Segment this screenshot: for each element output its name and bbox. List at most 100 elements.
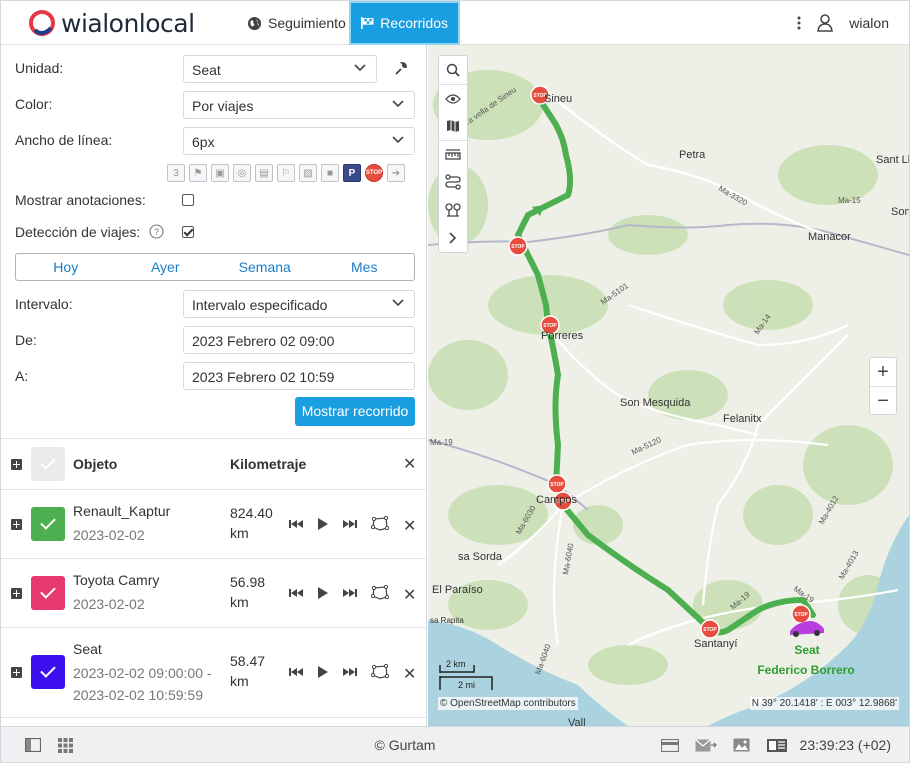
skip-back-icon[interactable] (289, 667, 303, 677)
svg-text:Sineu: Sineu (544, 93, 572, 105)
chevron-down-icon (354, 64, 366, 72)
svg-text:Son Mesquida: Son Mesquida (620, 397, 691, 409)
skip-forward-icon[interactable] (343, 667, 357, 677)
remove-track-icon[interactable]: ✕ (403, 516, 416, 536)
period-yesterday[interactable]: Ayer (116, 254, 216, 280)
map-layers-button[interactable] (439, 112, 467, 140)
from-date-input[interactable]: 2023 Febrero 02 09:00 (183, 326, 415, 354)
svg-text:El Paraíso: El Paraíso (432, 584, 483, 596)
color-select-value: Por viajes (192, 98, 254, 114)
map-attribution[interactable]: © OpenStreetMap contributors (438, 697, 578, 710)
unit-select[interactable]: Seat (183, 55, 377, 83)
user-icon[interactable] (817, 14, 834, 32)
object-date-end: 2023-02-02 10:59:59 (73, 687, 203, 703)
messages-icon[interactable] (695, 739, 717, 752)
marker-arrow-icon[interactable]: ➔ (387, 164, 405, 182)
line-width-select-value: 6px (192, 134, 215, 150)
track-color-swatch[interactable] (31, 576, 65, 610)
marker-image-icon[interactable]: ▨ (299, 164, 317, 182)
logo-text: wialonlocal (61, 8, 195, 38)
tracks-panel: Unidad: Seat Color: Por viajes Ancho de … (1, 45, 427, 726)
zoom-out-button[interactable]: − (870, 386, 896, 414)
period-month[interactable]: Mes (315, 254, 415, 280)
server-time: 23:39:23 (+02) (799, 737, 891, 753)
track-color-swatch[interactable] (31, 655, 65, 689)
zoom-controls: + − (869, 357, 897, 415)
period-week[interactable]: Semana (215, 254, 315, 280)
marker-pump-icon[interactable]: ▤ (255, 164, 273, 182)
show-track-button[interactable]: Mostrar recorrido (295, 397, 415, 426)
help-icon[interactable]: ? (149, 224, 164, 239)
map-ruler-button[interactable] (439, 140, 467, 168)
play-icon[interactable] (317, 517, 329, 531)
header-right: wialon (797, 1, 889, 45)
svg-text:Santanyí: Santanyí (694, 638, 737, 650)
remove-track-icon[interactable]: ✕ (403, 585, 416, 605)
user-name[interactable]: wialon (849, 15, 889, 31)
marker-numbers-icon[interactable]: 3 (167, 164, 185, 182)
skip-forward-icon[interactable] (343, 519, 357, 529)
svg-text:2 mi: 2 mi (458, 680, 475, 690)
skip-back-icon[interactable] (289, 519, 303, 529)
color-select[interactable]: Por viajes (183, 91, 415, 119)
map-unit-label: Seat (794, 643, 819, 657)
color-label: Color: (15, 96, 53, 112)
zoom-in-button[interactable]: + (870, 358, 896, 386)
chevron-down-icon (392, 100, 404, 108)
svg-text:Vall: Vall (568, 717, 586, 726)
annotations-checkbox[interactable] (182, 194, 194, 206)
map-geofence-button[interactable] (439, 196, 467, 224)
mileage-value: 824.40 km (230, 503, 273, 543)
fit-track-icon[interactable] (371, 516, 389, 532)
map-view[interactable]: STOP STOP STOP STOP STOP STOP STOP Sineu… (428, 45, 909, 726)
marker-wheel-icon[interactable]: ◎ (233, 164, 251, 182)
line-width-select[interactable]: 6px (183, 127, 415, 155)
marker-video-icon[interactable]: ■ (321, 164, 339, 182)
geofence-icon (445, 203, 461, 217)
interval-select[interactable]: Intervalo especificado (183, 290, 415, 318)
chevron-down-icon (392, 299, 404, 307)
map-search-button[interactable] (439, 56, 467, 84)
notifications-icon[interactable] (661, 739, 679, 752)
bookmarks-icon[interactable] (767, 739, 787, 752)
nav-tracking[interactable]: Seguimiento (247, 1, 346, 45)
trip-detection-checkbox[interactable] (182, 226, 194, 238)
track-color-swatch[interactable] (31, 507, 65, 541)
remove-track-icon[interactable]: ✕ (403, 664, 416, 684)
map-canvas[interactable]: STOP STOP STOP STOP STOP STOP STOP Sineu… (428, 45, 909, 726)
svg-text:sa Sorda: sa Sorda (458, 551, 503, 563)
marker-flags-icon[interactable]: ⚑ (189, 164, 207, 182)
marker-parking-icon[interactable]: P (343, 164, 361, 182)
to-date-input[interactable]: 2023 Febrero 02 10:59 (183, 362, 415, 390)
marker-event-flag-icon[interactable]: ⚐ (277, 164, 295, 182)
period-today[interactable]: Hoy (16, 254, 116, 280)
fit-track-icon[interactable] (371, 664, 389, 680)
map-route-button[interactable] (439, 168, 467, 196)
wrench-icon[interactable] (394, 62, 408, 76)
nav-tracks[interactable]: Recorridos (349, 1, 460, 45)
wialon-logo-icon (29, 10, 55, 36)
play-icon[interactable] (317, 586, 329, 600)
more-vertical-icon[interactable] (797, 16, 801, 30)
svg-text:STOP: STOP (543, 323, 557, 329)
clear-all-icon[interactable]: ✕ (403, 454, 416, 474)
column-mileage: Kilometraje (230, 456, 307, 472)
logo[interactable]: wialonlocal (27, 8, 195, 38)
annotations-label: Mostrar anotaciones: (15, 192, 146, 208)
svg-text:STOP: STOP (550, 482, 564, 488)
gallery-icon[interactable] (733, 738, 750, 752)
marker-stop-icon[interactable]: STOP (365, 164, 383, 182)
expand-all-icon[interactable] (11, 459, 22, 470)
skip-back-icon[interactable] (289, 588, 303, 598)
map-visibility-button[interactable] (439, 84, 467, 112)
expand-row-icon[interactable] (11, 667, 22, 678)
fit-track-icon[interactable] (371, 585, 389, 601)
svg-text:Manacor: Manacor (808, 231, 851, 243)
expand-row-icon[interactable] (11, 588, 22, 599)
skip-forward-icon[interactable] (343, 588, 357, 598)
expand-row-icon[interactable] (11, 519, 22, 530)
select-all-swatch[interactable] (31, 447, 65, 481)
marker-fuel-icon[interactable]: ▣ (211, 164, 229, 182)
play-icon[interactable] (317, 665, 329, 679)
map-expand-button[interactable] (439, 224, 467, 252)
